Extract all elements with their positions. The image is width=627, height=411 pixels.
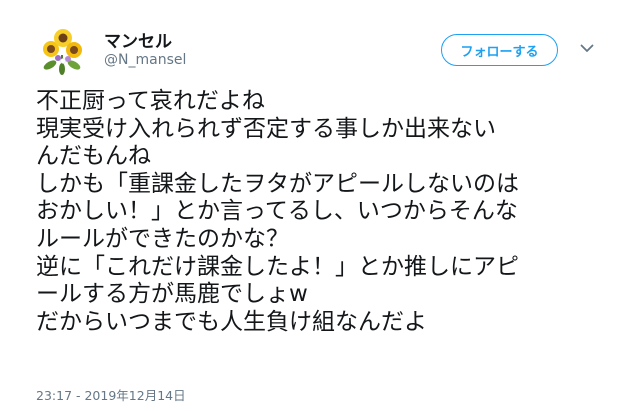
chevron-down-icon[interactable] xyxy=(575,36,599,60)
tweet-text-line: ルールができたのかな？ xyxy=(36,225,289,252)
tweet-text-line: おかしい！」とか言ってるし、いつからそんな xyxy=(36,198,518,225)
sunflower-bouquet-icon[interactable] xyxy=(36,25,88,77)
tweet-text: 不正厨って哀れだよね 現実受け入れられず否定する事しか出来ない んだもんね しか… xyxy=(36,88,616,336)
tweet-timestamp[interactable]: 23:17 - 2019年12月14日 xyxy=(36,385,186,404)
tweet-text-line: 逆に「これだけ課金したよ！」とか推しにアピ xyxy=(36,253,519,280)
tweet-text-line: 現実受け入れられず否定する事しか出来ない xyxy=(36,115,496,142)
tweet-text-line: ールする方が馬鹿でしょw xyxy=(36,281,308,308)
tweet-header: マンセル @N_mansel フォローする xyxy=(20,22,610,78)
tweet-text-line: 不正厨って哀れだよね xyxy=(36,88,265,114)
user-display-name[interactable]: マンセル xyxy=(104,27,172,52)
tweet-text-line: だからいつまでも人生負け組なんだよ xyxy=(36,308,427,335)
user-handle[interactable]: @N_mansel xyxy=(104,52,186,68)
tweet-text-line: しかも「重課金したヲタがアピールしないのは xyxy=(36,170,519,197)
tweet-text-line: んだもんね xyxy=(36,143,151,170)
follow-button[interactable]: フォローする xyxy=(441,34,558,66)
